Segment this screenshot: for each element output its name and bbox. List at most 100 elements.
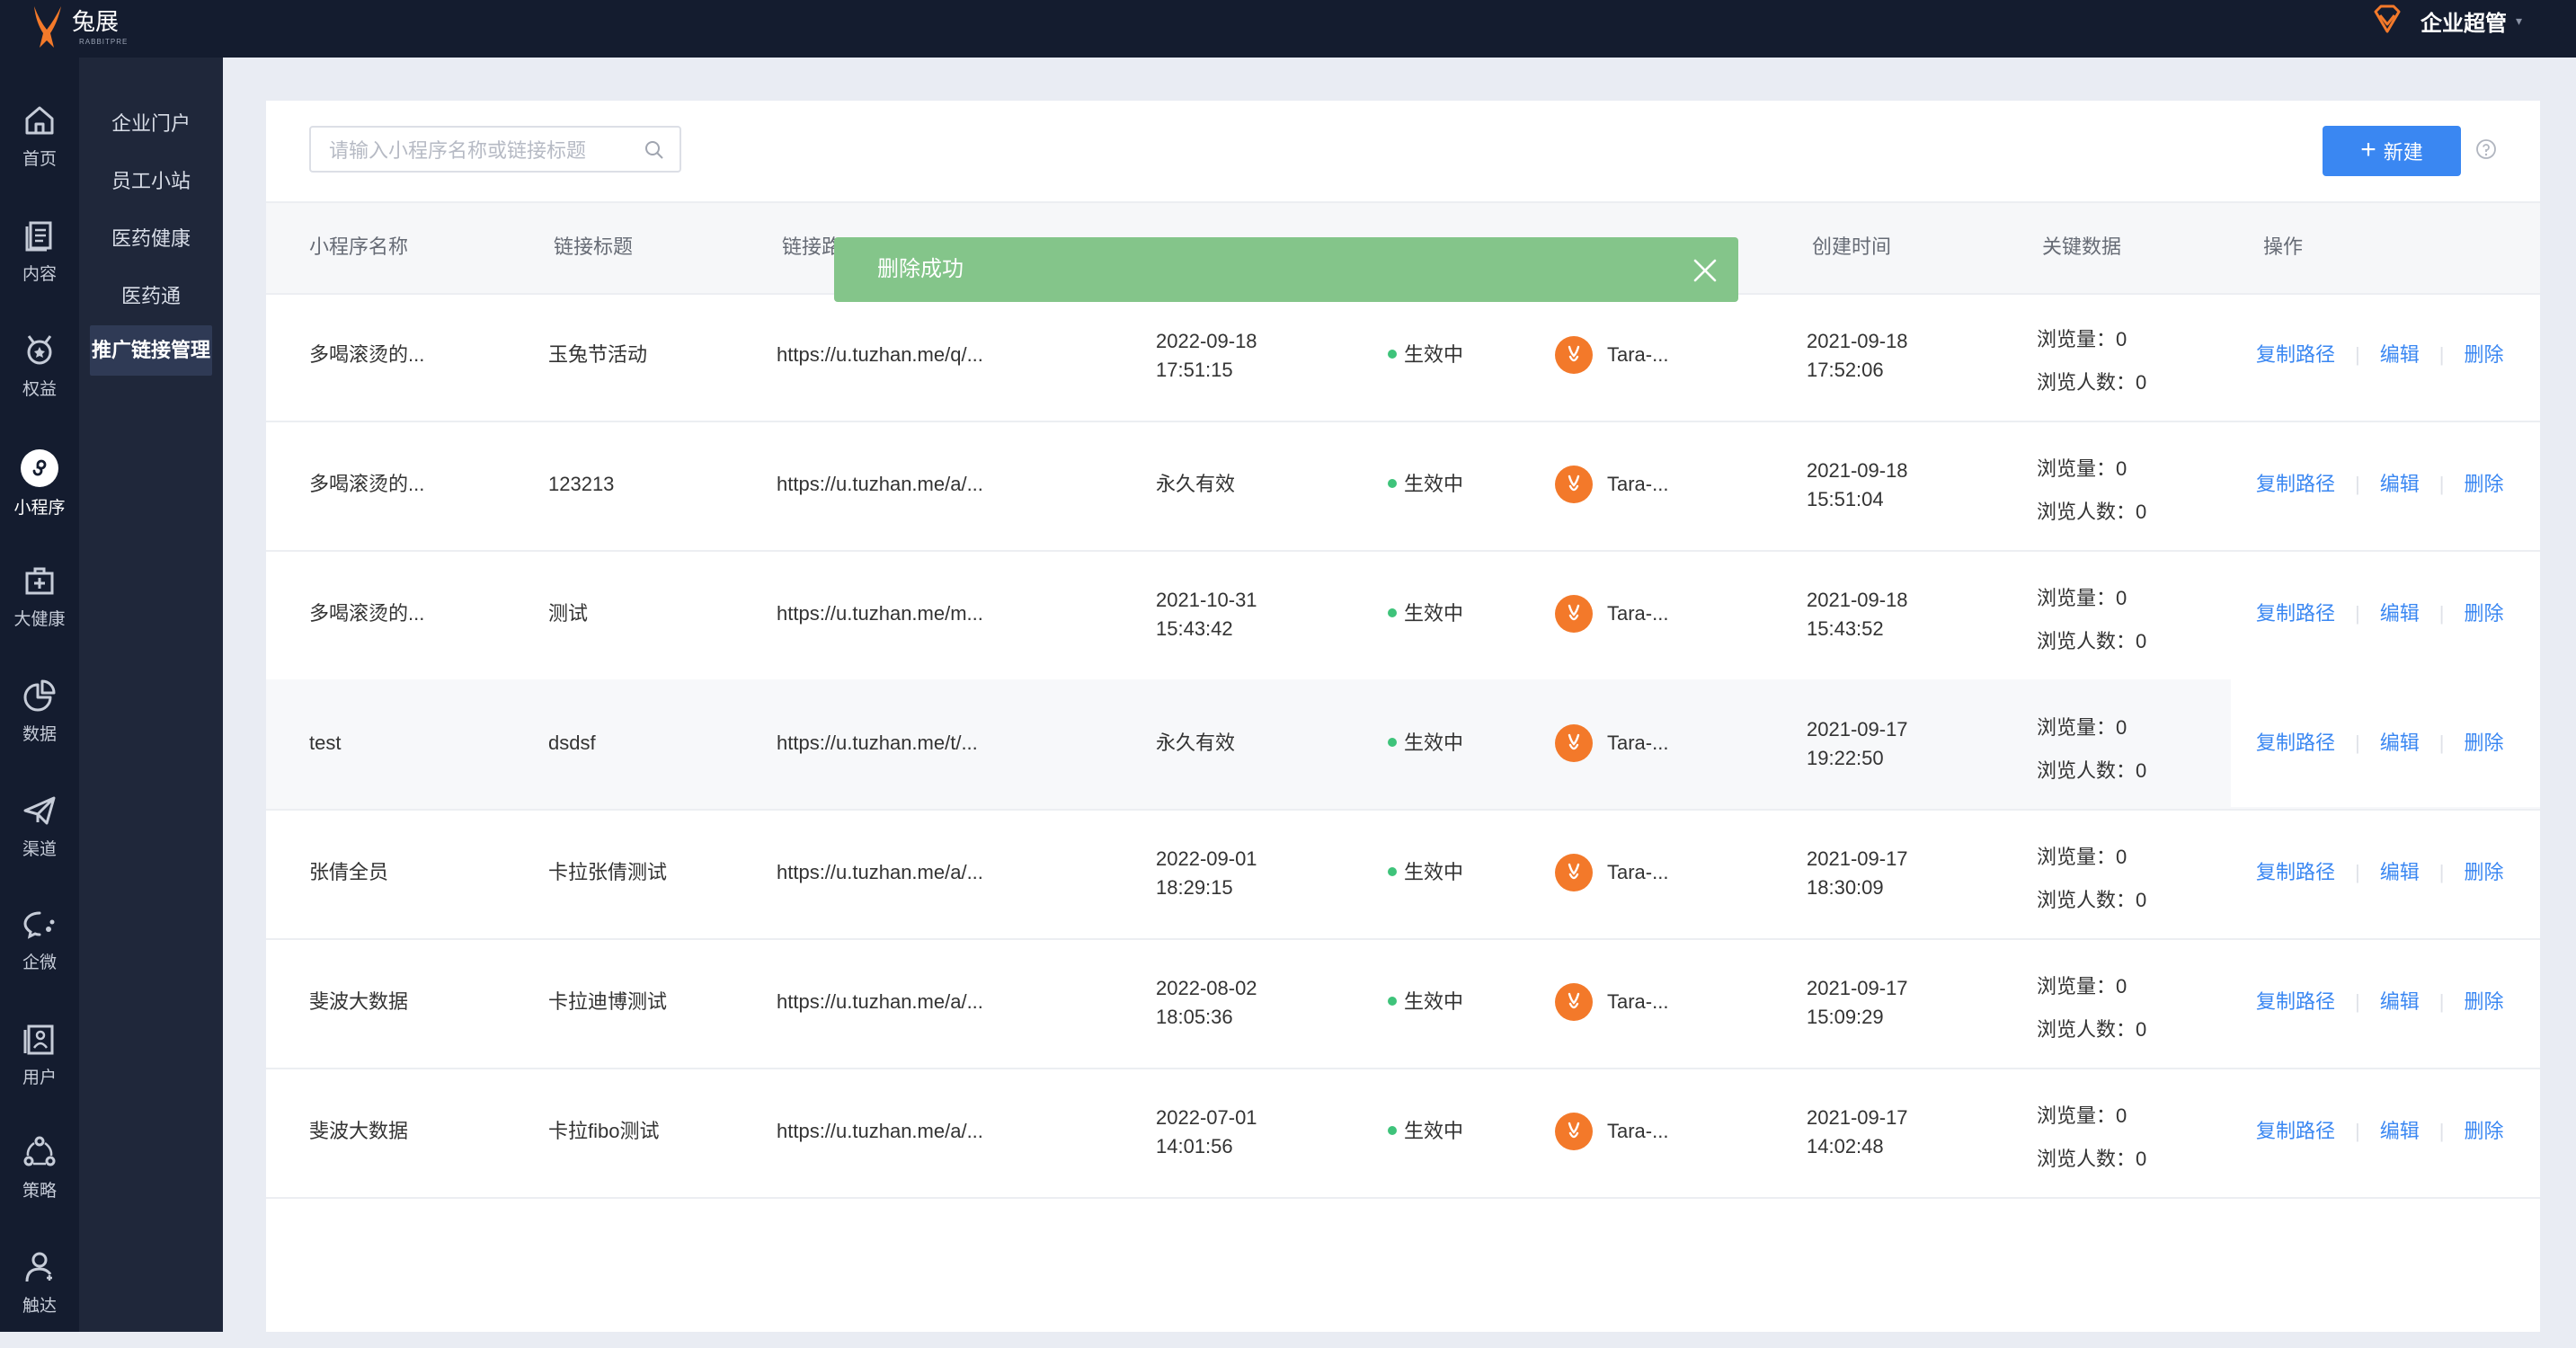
metric-uv: 浏览人数：0: [2037, 759, 2147, 782]
brand-subtitle: RABBITPRE: [79, 38, 129, 46]
nav-item-data[interactable]: 数据: [0, 678, 79, 776]
cell-name: 多喝滚烫的...: [309, 343, 425, 366]
edit-button[interactable]: 编辑: [2380, 990, 2420, 1013]
table-row[interactable]: 斐波大数据 卡拉迪博测试 https://u.tuzhan.me/a/... 2…: [266, 938, 2540, 1069]
divider: |: [2355, 473, 2360, 495]
cell-expire: 永久有效: [1156, 473, 1236, 495]
avatar: [1555, 466, 1593, 503]
subnav-item-enterprise-portal[interactable]: 企业门户: [79, 108, 223, 137]
cell-url: https://u.tuzhan.me/a/...: [777, 990, 983, 1013]
table-row[interactable]: 多喝滚烫的... 123213 https://u.tuzhan.me/a/..…: [266, 421, 2540, 552]
new-link-button[interactable]: + 新建: [2323, 126, 2461, 176]
expire-date: 2022-07-01: [1156, 1106, 1257, 1129]
cell-expire: 2021-10-31 15:43:42: [1156, 586, 1257, 643]
cell-creator: Tara-...: [1607, 473, 1669, 495]
search-box[interactable]: [309, 126, 681, 173]
copy-path-button[interactable]: 复制路径: [2256, 602, 2335, 625]
nav-label: 权益: [22, 380, 57, 399]
cell-title: 123213: [548, 473, 615, 495]
edit-button[interactable]: 编辑: [2380, 732, 2420, 754]
nav-label: 渠道: [22, 840, 57, 859]
help-icon[interactable]: [2475, 138, 2497, 160]
status-dot-icon: [1388, 1126, 1397, 1136]
cell-name: 斐波大数据: [309, 990, 409, 1013]
nav-item-wecom[interactable]: 企微: [0, 906, 79, 1005]
divider: |: [2355, 1120, 2360, 1142]
cell-expire: 永久有效: [1156, 732, 1236, 754]
edit-button[interactable]: 编辑: [2380, 1120, 2420, 1142]
expire-time: 14:01:56: [1156, 1135, 1233, 1157]
metric-uv: 浏览人数：0: [2037, 1148, 2147, 1170]
delete-button[interactable]: 删除: [2464, 861, 2503, 883]
edit-button[interactable]: 编辑: [2380, 602, 2420, 625]
subnav-item-pharma-link[interactable]: 医药通: [79, 280, 223, 309]
rabbit-logo-icon: [34, 6, 61, 48]
delete-button[interactable]: 删除: [2464, 990, 2503, 1013]
divider: |: [2355, 343, 2360, 366]
diamond-icon: [2374, 4, 2401, 33]
nav-item-strategy[interactable]: 策略: [0, 1134, 79, 1233]
expire-time: 18:05:36: [1156, 1006, 1233, 1028]
cell-metrics: 浏览量：0 浏览人数：0: [2037, 577, 2146, 663]
metric-uv: 浏览人数：0: [2037, 1018, 2147, 1041]
brand-logo[interactable]: 兔展 RABBITPRE: [27, 2, 127, 52]
expire-time: 17:51:15: [1156, 359, 1233, 381]
copy-path-button[interactable]: 复制路径: [2256, 861, 2335, 883]
nav-item-content[interactable]: 内容: [0, 217, 79, 316]
delete-button[interactable]: 删除: [2464, 473, 2503, 495]
copy-path-button[interactable]: 复制路径: [2256, 1120, 2335, 1142]
table-row[interactable]: 多喝滚烫的... 玉兔节活动 https://u.tuzhan.me/q/...…: [266, 291, 2540, 422]
cell-metrics: 浏览量：0 浏览人数：0: [2037, 448, 2146, 534]
delete-button[interactable]: 删除: [2464, 602, 2503, 625]
search-icon[interactable]: [644, 139, 665, 161]
avatar: [1555, 1113, 1593, 1150]
nav-item-health[interactable]: 大健康: [0, 563, 79, 661]
subnav-item-staff-site[interactable]: 员工小站: [79, 165, 223, 194]
subnav-item-promo-links[interactable]: 推广链接管理: [90, 325, 212, 376]
table-row[interactable]: test dsdsf https://u.tuzhan.me/t/... 永久有…: [266, 679, 2540, 811]
nav-item-reach[interactable]: 触达: [0, 1249, 79, 1348]
cell-metrics: 浏览量：0 浏览人数：0: [2037, 318, 2146, 404]
status-dot-icon: [1388, 997, 1397, 1007]
status-dot-icon: [1388, 608, 1397, 618]
cell-creator: Tara-...: [1607, 343, 1669, 366]
row-actions: 复制路径 | 编辑 | 删除: [2256, 550, 2503, 678]
edit-button[interactable]: 编辑: [2380, 343, 2420, 366]
avatar: [1555, 595, 1593, 633]
nav-item-rights[interactable]: 权益: [0, 333, 79, 431]
table-row[interactable]: 多喝滚烫的... 测试 https://u.tuzhan.me/m... 202…: [266, 550, 2540, 681]
nav-item-mini-program[interactable]: 小程序: [0, 449, 79, 548]
cell-status: 生效中: [1388, 421, 1463, 548]
created-date: 2021-09-18: [1807, 330, 1908, 352]
edit-button[interactable]: 编辑: [2380, 473, 2420, 495]
delete-button[interactable]: 删除: [2464, 343, 2503, 366]
column-header-metrics: 关键数据: [2042, 235, 2122, 258]
edit-button[interactable]: 编辑: [2380, 861, 2420, 883]
metric-pv: 浏览量：0: [2037, 587, 2127, 609]
copy-path-button[interactable]: 复制路径: [2256, 732, 2335, 754]
close-icon[interactable]: [1692, 257, 1719, 284]
user-menu[interactable]: 企业超管 ▾: [2368, 0, 2522, 41]
nav-item-channel[interactable]: 渠道: [0, 793, 79, 891]
created-time: 15:43:52: [1807, 617, 1884, 640]
cell-title: dsdsf: [548, 732, 596, 754]
copy-path-button[interactable]: 复制路径: [2256, 473, 2335, 495]
delete-button[interactable]: 删除: [2464, 1120, 2503, 1142]
avatar: [1555, 724, 1593, 762]
table-row[interactable]: 斐波大数据 卡拉fibo测试 https://u.tuzhan.me/a/...…: [266, 1068, 2540, 1199]
subnav-item-pharma-health[interactable]: 医药健康: [79, 223, 223, 252]
nav-item-users[interactable]: 用户: [0, 1021, 79, 1120]
divider: |: [2438, 602, 2445, 625]
expire-time: 15:43:42: [1156, 617, 1233, 640]
cell-metrics: 浏览量：0 浏览人数：0: [2037, 965, 2146, 1051]
copy-path-button[interactable]: 复制路径: [2256, 990, 2335, 1013]
nav-item-home[interactable]: 首页: [0, 102, 79, 201]
table-row[interactable]: 张倩全员 卡拉张倩测试 https://u.tuzhan.me/a/... 20…: [266, 809, 2540, 940]
delete-button[interactable]: 删除: [2464, 732, 2503, 754]
cell-title: 玉兔节活动: [548, 343, 648, 366]
created-time: 19:22:50: [1807, 747, 1884, 769]
health-kit-icon: [25, 567, 54, 595]
copy-path-button[interactable]: 复制路径: [2256, 343, 2335, 366]
search-input[interactable]: [327, 138, 627, 164]
created-time: 14:02:48: [1807, 1135, 1884, 1157]
